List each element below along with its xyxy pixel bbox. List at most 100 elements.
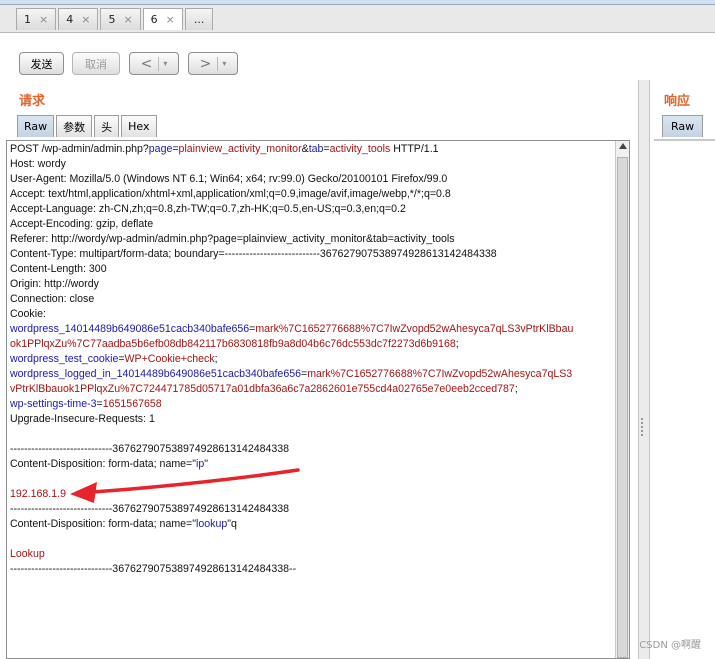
splitter-grip-icon[interactable] <box>641 418 647 436</box>
tab-raw[interactable]: Raw <box>17 115 55 137</box>
tab-hex[interactable]: Hex <box>121 115 157 137</box>
tab-label: 6 <box>150 13 158 26</box>
request-token: 192.168.1.9 <box>10 488 66 500</box>
request-token: wp-settings-time-3 <box>10 398 97 410</box>
request-token: Content-Length: 300 <box>10 263 107 275</box>
response-tab-raw[interactable]: Raw <box>662 115 704 137</box>
request-token: wordpress_logged_in_14014489b649086e51ca… <box>10 368 301 380</box>
tab-6[interactable]: 6 × <box>142 8 183 30</box>
request-token: WP+Cookie+check <box>124 353 215 365</box>
chevron-down-icon[interactable]: ▾ <box>158 56 167 71</box>
request-line[interactable]: Content-Type: multipart/form-data; bound… <box>10 247 612 262</box>
request-line[interactable] <box>10 427 612 442</box>
tab-new[interactable]: ... <box>184 8 214 30</box>
request-token: vPtrKlBbauok1PPlqxZu%7C724471785d05717a0… <box>10 383 515 395</box>
request-line[interactable]: -----------------------------36762790753… <box>10 562 612 577</box>
request-token: Content-Disposition: form-data; name=" <box>10 458 197 470</box>
request-line[interactable]: ok1PPlqxZu%7C77aadba5b6efb08db842117b683… <box>10 337 612 352</box>
request-token: ; <box>214 353 218 365</box>
watermark: CSDN @啊醒 <box>639 640 701 651</box>
request-line[interactable]: 192.168.1.9 <box>10 487 612 502</box>
scrollbar-thumb[interactable] <box>617 157 628 658</box>
close-icon[interactable]: × <box>123 13 132 26</box>
request-token: HTTP/1.1 <box>390 143 439 155</box>
request-line[interactable]: Accept: text/html,application/xhtml+xml,… <box>10 187 612 202</box>
request-line[interactable]: Accept-Encoding: gzip, deflate <box>10 217 612 232</box>
request-tabs: 1 × 4 × 5 × 6 × ... <box>16 8 215 30</box>
request-view-tabs: Raw 参数 头 Hex <box>17 115 159 137</box>
request-line[interactable]: Content-Disposition: form-data; name="ip… <box>10 457 612 472</box>
request-line[interactable]: Origin: http://wordy <box>10 277 612 292</box>
tab-1[interactable]: 1 × <box>16 8 57 30</box>
scroll-up-icon[interactable] <box>619 143 627 149</box>
request-token: ; <box>455 338 459 350</box>
request-line[interactable]: Content-Disposition: form-data; name="lo… <box>10 517 612 532</box>
request-line[interactable]: vPtrKlBbauok1PPlqxZu%7C724471785d05717a0… <box>10 382 612 397</box>
cancel-button[interactable]: 取消 <box>72 52 120 75</box>
request-token: plainview_activity_monitor <box>178 143 302 155</box>
request-token: mark%7C1652776688%7C7IwZvopd52wAhesyca7q… <box>307 368 573 380</box>
close-icon[interactable]: × <box>166 13 175 26</box>
request-editor[interactable]: POST /wp-admin/admin.php?page=plainview_… <box>6 140 630 659</box>
tab-params[interactable]: 参数 <box>56 115 93 137</box>
pane-splitter[interactable] <box>638 80 650 659</box>
request-token: ok1PPlqxZu%7C77aadba5b6efb08db842117b683… <box>10 338 456 350</box>
request-text[interactable]: POST /wp-admin/admin.php?page=plainview_… <box>10 142 612 577</box>
tab-label: 4 <box>66 13 74 26</box>
request-token: activity_tools <box>329 143 391 155</box>
request-token: Content-Type: multipart/form-data; bound… <box>10 248 497 260</box>
request-line[interactable]: wordpress_logged_in_14014489b649086e51ca… <box>10 367 612 382</box>
request-line[interactable] <box>10 532 612 547</box>
request-token: User-Agent: Mozilla/5.0 (Windows NT 6.1;… <box>10 173 448 185</box>
request-token: " <box>204 458 209 470</box>
request-token: Accept-Encoding: gzip, deflate <box>10 218 154 230</box>
tab-label: ... <box>193 13 205 26</box>
request-token: Content-Disposition: form-data; name=" <box>10 518 197 530</box>
request-token: page <box>148 143 173 155</box>
request-line[interactable]: Cookie: <box>10 307 612 322</box>
request-line[interactable]: -----------------------------36762790753… <box>10 442 612 457</box>
request-token: & <box>301 143 309 155</box>
back-button[interactable]: < ▾ <box>129 52 179 75</box>
request-line[interactable]: wordpress_test_cookie=WP+Cookie+check; <box>10 352 612 367</box>
request-line[interactable]: Lookup <box>10 547 612 562</box>
request-line[interactable]: POST /wp-admin/admin.php?page=plainview_… <box>10 142 612 157</box>
tab-label: 5 <box>108 13 116 26</box>
chevron-left-icon: < <box>140 55 153 72</box>
request-token: Accept: text/html,application/xhtml+xml,… <box>10 188 451 200</box>
request-token: Referer: http://wordy/wp-admin/admin.php… <box>10 233 455 245</box>
send-button[interactable]: 发送 <box>19 52 64 75</box>
request-line[interactable]: Upgrade-Insecure-Requests: 1 <box>10 412 612 427</box>
tab-4[interactable]: 4 × <box>58 8 99 30</box>
chevron-right-icon: > <box>199 55 212 72</box>
request-token: wordpress_test_cookie <box>10 353 119 365</box>
request-token: Cookie: <box>10 308 46 320</box>
request-token: ; <box>514 383 518 395</box>
request-line[interactable]: Referer: http://wordy/wp-admin/admin.php… <box>10 232 612 247</box>
request-line[interactable]: -----------------------------36762790753… <box>10 502 612 517</box>
request-token: Accept-Language: zh-CN,zh;q=0.8,zh-TW;q=… <box>10 203 406 215</box>
request-heading: 请求 <box>19 94 46 109</box>
request-token: 1651567658 <box>102 398 162 410</box>
request-line[interactable]: User-Agent: Mozilla/5.0 (Windows NT 6.1;… <box>10 172 612 187</box>
chevron-down-icon[interactable]: ▾ <box>217 56 226 71</box>
close-icon[interactable]: × <box>39 13 48 26</box>
tab-headers[interactable]: 头 <box>94 115 120 137</box>
request-token: lookup <box>196 518 228 530</box>
request-token: Host: wordy <box>10 158 66 170</box>
request-line[interactable]: Accept-Language: zh-CN,zh;q=0.8,zh-TW;q=… <box>10 202 612 217</box>
request-line[interactable]: wordpress_14014489b649086e51cacb340bafe6… <box>10 322 612 337</box>
forward-button[interactable]: > ▾ <box>188 52 238 75</box>
request-line[interactable]: Connection: close <box>10 292 612 307</box>
request-line[interactable]: Content-Length: 300 <box>10 262 612 277</box>
request-scrollbar[interactable] <box>615 141 629 658</box>
request-token: tab <box>308 143 324 155</box>
request-tab-strip: 1 × 4 × 5 × 6 × ... <box>0 0 715 33</box>
request-line[interactable]: wp-settings-time-3=1651567658 <box>10 397 612 412</box>
request-token: Lookup <box>10 548 45 560</box>
tab-5[interactable]: 5 × <box>100 8 141 30</box>
request-token: -----------------------------36762790753… <box>10 503 290 515</box>
close-icon[interactable]: × <box>81 13 90 26</box>
request-line[interactable]: Host: wordy <box>10 157 612 172</box>
request-line[interactable] <box>10 472 612 487</box>
